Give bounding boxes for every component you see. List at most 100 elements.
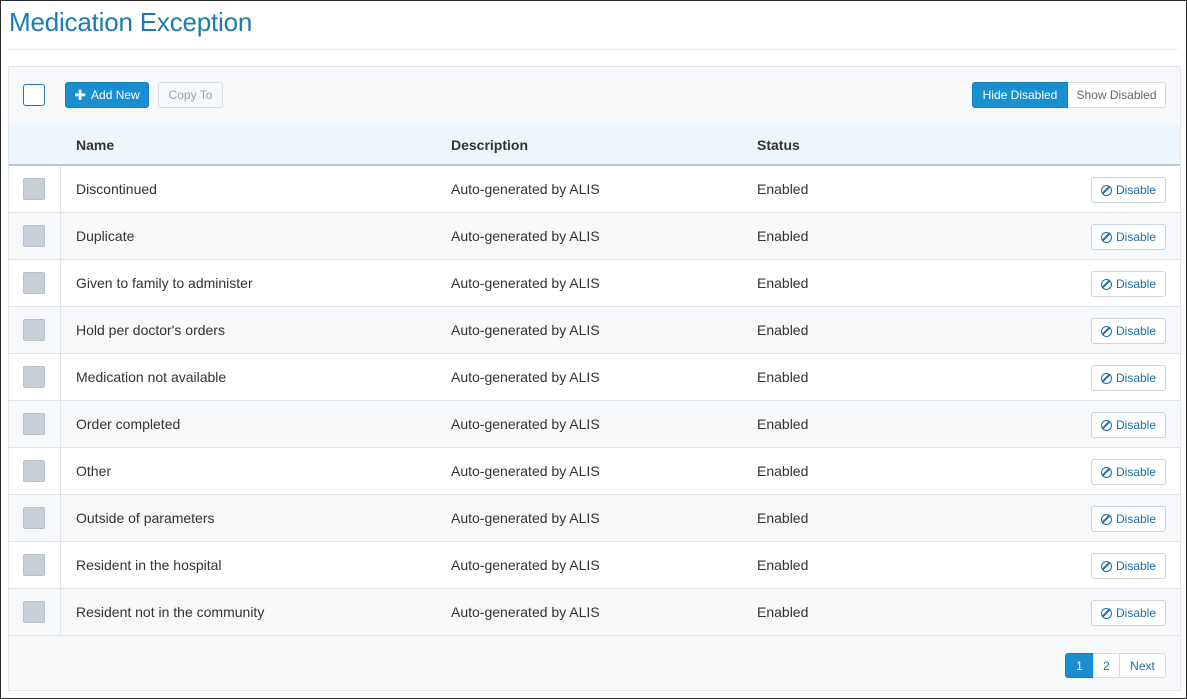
row-name: Given to family to administer (76, 275, 253, 291)
show-disabled-button[interactable]: Show Disabled (1068, 82, 1166, 108)
disabled-filter-toggle: Hide Disabled Show Disabled (972, 82, 1166, 108)
disable-button[interactable]: Disable (1091, 177, 1166, 203)
row-status: Enabled (757, 275, 809, 291)
row-description: Auto-generated by ALIS (451, 604, 600, 620)
row-checkbox-cell (9, 401, 61, 447)
row-description: Auto-generated by ALIS (451, 322, 600, 338)
table-row: Order completed Auto-generated by ALIS Ena… (9, 401, 1180, 448)
row-name: Order completed (76, 416, 181, 432)
disable-button[interactable]: Disable (1091, 600, 1166, 626)
disable-button[interactable]: Disable (1091, 553, 1166, 579)
title-divider (9, 49, 1178, 50)
row-description: Auto-generated by ALIS (451, 463, 600, 479)
row-status: Enabled (757, 604, 809, 620)
row-checkbox-cell (9, 260, 61, 306)
row-checkbox[interactable] (23, 366, 45, 388)
table-row: Outside of parameters Auto-generated by A… (9, 495, 1180, 542)
row-checkbox-cell (9, 213, 61, 259)
page-2-button[interactable]: 2 (1093, 653, 1120, 678)
row-name: Other (76, 463, 112, 479)
table-row: Given to family to administer Auto-genera… (9, 260, 1180, 307)
row-name: Hold per doctor's orders (76, 322, 225, 338)
next-page-button[interactable]: Next (1119, 653, 1166, 678)
row-checkbox[interactable] (23, 507, 45, 529)
row-name: Discontinued (76, 181, 157, 197)
hide-disabled-button[interactable]: Hide Disabled (972, 82, 1068, 108)
row-status: Enabled (757, 416, 809, 432)
table-header: Name Description Status (9, 124, 1180, 166)
disable-label: Disable (1115, 606, 1157, 620)
row-checkbox[interactable] (23, 601, 45, 623)
ban-icon (1100, 419, 1112, 431)
row-checkbox[interactable] (23, 460, 45, 482)
row-name: Medication not available (76, 369, 227, 385)
select-all-checkbox[interactable] (23, 84, 45, 106)
row-description: Auto-generated by ALIS (451, 369, 600, 385)
row-status: Enabled (757, 510, 809, 526)
row-description: Auto-generated by ALIS (451, 275, 600, 291)
row-status: Enabled (757, 463, 809, 479)
row-description: Auto-generated by ALIS (451, 510, 600, 526)
row-checkbox-cell (9, 542, 61, 588)
copy-to-label: Copy To (168, 88, 213, 102)
row-description: Auto-generated by ALIS (451, 557, 600, 573)
column-header-status[interactable]: Status (757, 137, 800, 153)
table-row: Duplicate Auto-generated by ALIS Enabled Di… (9, 213, 1180, 260)
copy-to-button[interactable]: Copy To (158, 82, 223, 108)
row-description: Auto-generated by ALIS (451, 181, 600, 197)
table-row: Other Auto-generated by ALIS Enabled Disabl… (9, 448, 1180, 495)
table-row: Resident not in the community Auto-genera… (9, 589, 1180, 636)
ban-icon (1100, 325, 1112, 337)
disable-button[interactable]: Disable (1091, 318, 1166, 344)
disable-label: Disable (1115, 324, 1157, 338)
row-status: Enabled (757, 228, 809, 244)
page-1-button[interactable]: 1 (1065, 653, 1094, 678)
row-checkbox-cell (9, 307, 61, 353)
table-row: Hold per doctor's orders Auto-generated b… (9, 307, 1180, 354)
row-checkbox-cell (9, 354, 61, 400)
ban-icon (1100, 372, 1112, 384)
exceptions-panel: ✚ Add New Copy To Hide Disabled Show Dis… (8, 66, 1181, 691)
row-checkbox-cell (9, 589, 61, 635)
row-checkbox[interactable] (23, 319, 45, 341)
disable-button[interactable]: Disable (1091, 506, 1166, 532)
ban-icon (1100, 560, 1112, 572)
disable-label: Disable (1115, 371, 1157, 385)
ban-icon (1100, 607, 1112, 619)
disable-label: Disable (1115, 512, 1157, 526)
disable-label: Disable (1115, 559, 1157, 573)
ban-icon (1100, 513, 1112, 525)
row-checkbox[interactable] (23, 413, 45, 435)
row-checkbox[interactable] (23, 554, 45, 576)
toolbar: ✚ Add New Copy To Hide Disabled Show Dis… (9, 67, 1180, 124)
table-body: Discontinued Auto-generated by ALIS Enable… (9, 166, 1180, 636)
row-checkbox-cell (9, 166, 61, 212)
ban-icon (1100, 278, 1112, 290)
disable-button[interactable]: Disable (1091, 224, 1166, 250)
ban-icon (1100, 231, 1112, 243)
row-status: Enabled (757, 369, 809, 385)
page-title: Medication Exception (9, 7, 253, 37)
add-new-label: Add New (91, 88, 140, 102)
ban-icon (1100, 184, 1112, 196)
row-description: Auto-generated by ALIS (451, 416, 600, 432)
row-checkbox[interactable] (23, 225, 45, 247)
disable-label: Disable (1115, 183, 1157, 197)
column-header-name[interactable]: Name (76, 137, 114, 153)
pagination: 1 2 Next (1065, 653, 1166, 678)
row-status: Enabled (757, 181, 809, 197)
disable-button[interactable]: Disable (1091, 412, 1166, 438)
column-header-description[interactable]: Description (451, 137, 528, 153)
row-checkbox[interactable] (23, 272, 45, 294)
row-name: Duplicate (76, 228, 135, 244)
table-row: Resident in the hospital Auto-generated b… (9, 542, 1180, 589)
row-checkbox-cell (9, 448, 61, 494)
disable-label: Disable (1115, 418, 1157, 432)
table-row: Medication not available Auto-generated b… (9, 354, 1180, 401)
disable-button[interactable]: Disable (1091, 459, 1166, 485)
app-frame: Medication Exception ✚ Add New Copy To H… (0, 0, 1187, 699)
add-new-button[interactable]: ✚ Add New (65, 82, 149, 108)
disable-button[interactable]: Disable (1091, 365, 1166, 391)
row-checkbox[interactable] (23, 178, 45, 200)
disable-button[interactable]: Disable (1091, 271, 1166, 297)
